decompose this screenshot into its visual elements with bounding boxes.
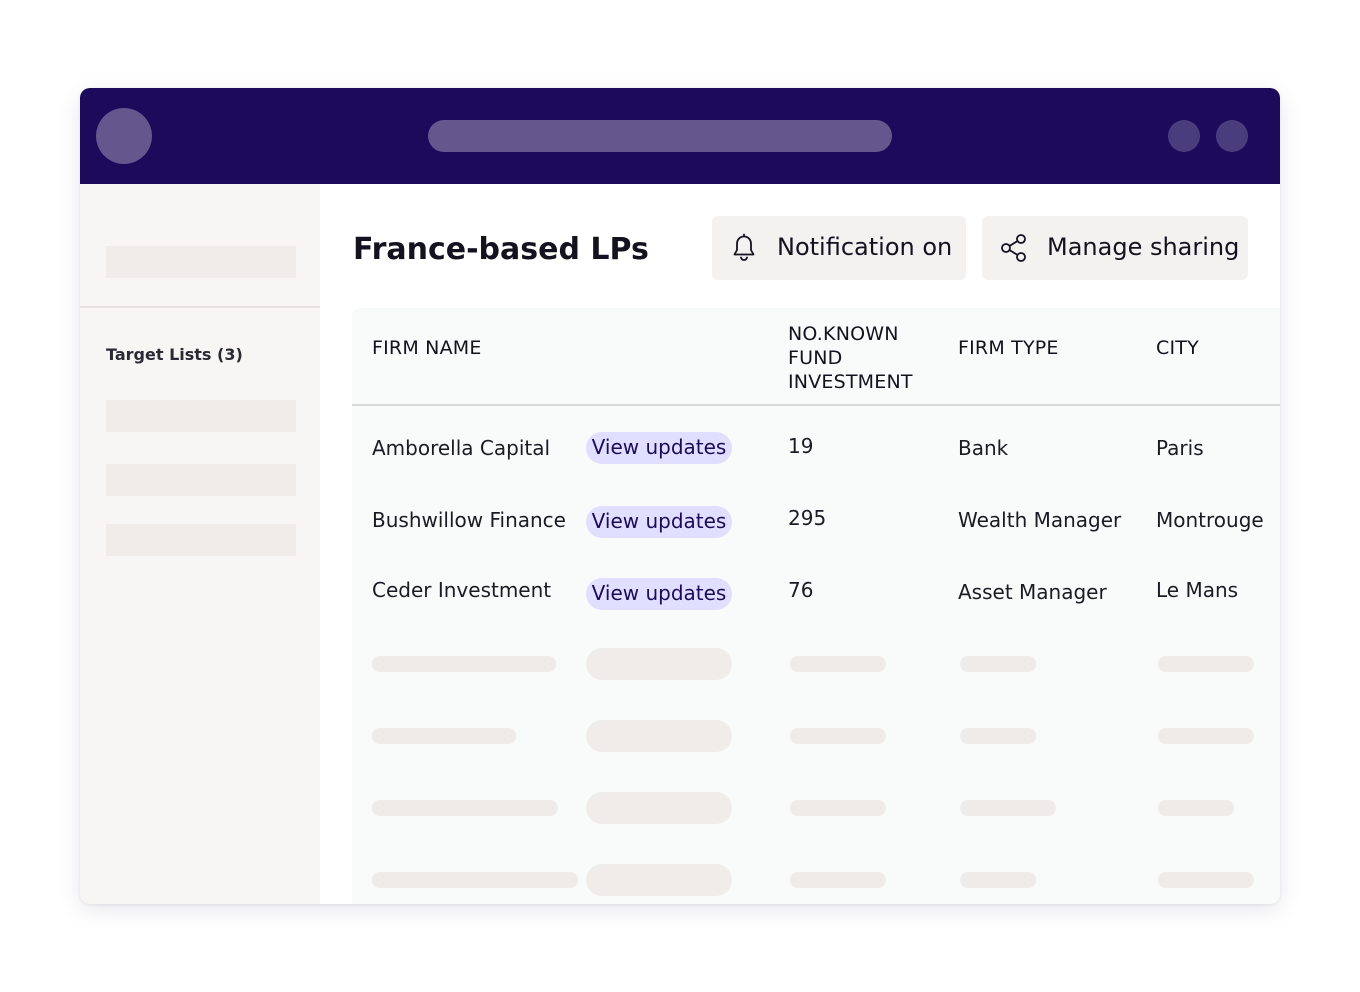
cell-firm-type: Asset Manager — [958, 580, 1107, 604]
skeleton-pill — [586, 792, 732, 824]
main-content: France-based LPs Notification on Manage … — [320, 184, 1280, 904]
column-header-firm-type[interactable]: FIRM TYPE — [958, 336, 1059, 360]
window-control[interactable] — [1216, 120, 1248, 152]
skeleton-cell — [1158, 800, 1234, 816]
notification-button[interactable]: Notification on — [712, 216, 966, 280]
sidebar-item-placeholder[interactable] — [106, 400, 296, 432]
header-divider — [352, 404, 1280, 406]
sidebar-item-placeholder[interactable] — [106, 464, 296, 496]
title-bar — [80, 88, 1280, 184]
header-line: INVESTMENT — [788, 371, 913, 393]
page-title: France-based LPs — [353, 232, 649, 267]
cell-city: Paris — [1156, 436, 1204, 460]
column-header-investments[interactable]: NO.KNOWN FUND INVESTMENT — [788, 322, 913, 394]
column-header-city[interactable]: CITY — [1156, 336, 1199, 360]
cell-investments: 295 — [788, 506, 827, 530]
skeleton-cell — [790, 656, 886, 672]
skeleton-cell — [1158, 656, 1254, 672]
cell-firm-type: Bank — [958, 436, 1009, 460]
header-line: NO.KNOWN — [788, 323, 899, 345]
notification-button-label: Notification on — [777, 233, 953, 261]
view-updates-button[interactable]: View updates — [586, 432, 732, 464]
app-window: Target Lists (3) France-based LPs Notifi… — [80, 88, 1280, 904]
cell-investments: 76 — [788, 578, 814, 602]
header-line: FUND — [788, 347, 843, 369]
cell-firm-name[interactable]: Ceder Investment — [372, 578, 551, 602]
window-control[interactable] — [1168, 120, 1200, 152]
column-header-firm-name[interactable]: FIRM NAME — [372, 336, 482, 360]
view-updates-button[interactable]: View updates — [586, 578, 732, 610]
skeleton-cell — [790, 872, 886, 888]
manage-sharing-button-label: Manage sharing — [1047, 233, 1240, 261]
address-bar[interactable] — [428, 120, 892, 152]
avatar[interactable] — [96, 108, 152, 164]
cell-investments: 19 — [788, 434, 814, 458]
sidebar-section-target-lists[interactable]: Target Lists (3) — [106, 345, 243, 364]
view-updates-button[interactable]: View updates — [586, 506, 732, 538]
bell-icon — [733, 233, 755, 261]
cell-firm-name[interactable]: Amborella Capital — [372, 436, 550, 460]
sidebar: Target Lists (3) — [80, 184, 320, 904]
skeleton-cell — [960, 656, 1036, 672]
skeleton-pill — [586, 864, 732, 896]
cell-firm-name[interactable]: Bushwillow Finance — [372, 508, 566, 532]
skeleton-cell — [372, 728, 516, 744]
skeleton-pill — [586, 648, 732, 680]
sidebar-placeholder — [106, 246, 296, 278]
skeleton-cell — [960, 800, 1056, 816]
skeleton-cell — [372, 800, 558, 816]
skeleton-cell — [372, 872, 578, 888]
skeleton-cell — [1158, 728, 1254, 744]
cell-city: Montrouge — [1156, 508, 1264, 532]
cell-firm-type: Wealth Manager — [958, 508, 1122, 532]
sidebar-divider — [80, 306, 320, 308]
skeleton-cell — [960, 872, 1036, 888]
skeleton-cell — [790, 800, 886, 816]
manage-sharing-button[interactable]: Manage sharing — [982, 216, 1248, 280]
cell-city: Le Mans — [1156, 578, 1239, 602]
skeleton-cell — [790, 728, 886, 744]
firms-table: FIRM NAME NO.KNOWN FUND INVESTMENT FIRM … — [352, 308, 1280, 904]
skeleton-cell — [372, 656, 556, 672]
skeleton-cell — [960, 728, 1036, 744]
skeleton-pill — [586, 720, 732, 752]
skeleton-cell — [1158, 872, 1254, 888]
share-icon — [1001, 234, 1026, 262]
sidebar-item-placeholder[interactable] — [106, 524, 296, 556]
